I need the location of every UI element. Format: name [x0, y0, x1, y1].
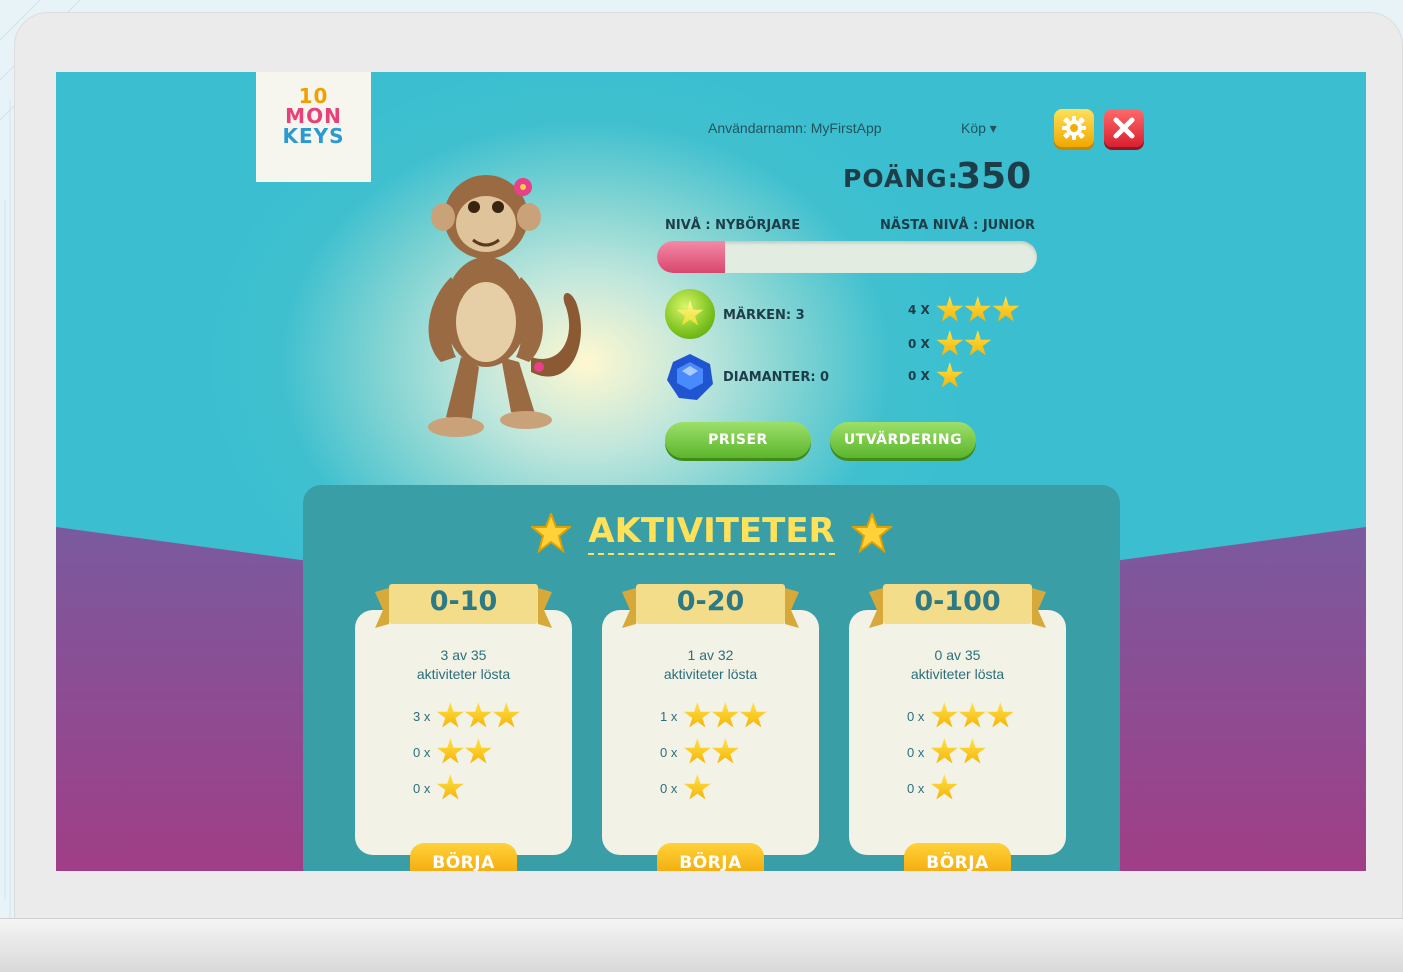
star-icon: [436, 702, 464, 728]
gear-icon: [1062, 116, 1086, 140]
points-label: POÄNG:: [843, 164, 959, 193]
card-solved: 1 av 32: [687, 647, 734, 663]
card-one-star-row: 0 x: [602, 774, 877, 802]
star-icon: [930, 702, 958, 728]
buy-menu[interactable]: Köp ▾: [961, 120, 997, 137]
two-star-count: 0 X: [908, 337, 930, 351]
card-progress: 1 av 32 aktiviteter lösta: [602, 646, 819, 684]
level-progress-bar: [657, 241, 1037, 273]
star-icon: [711, 702, 739, 728]
card-solved: 0 av 35: [934, 647, 981, 663]
two-star-summary: 0 X: [908, 330, 992, 358]
star-icon: [930, 738, 958, 764]
background-left-panel: [56, 527, 316, 871]
star-icon: [936, 330, 964, 356]
star-icon: [851, 513, 892, 553]
activities-heading: AKTIVITETER: [303, 511, 1120, 555]
card-one-star-count: 0 x: [907, 780, 925, 796]
star-badge-icon: [665, 289, 715, 339]
card-two-star-count: 0 x: [413, 744, 431, 760]
card-three-star-row: 3 x: [355, 702, 630, 730]
star-icon: [464, 702, 492, 728]
start-button[interactable]: BÖRJA: [904, 843, 1011, 871]
card-range: 0-10: [429, 586, 498, 617]
star-icon: [711, 738, 739, 764]
card-three-star-row: 1 x: [602, 702, 877, 730]
laptop-base: [0, 918, 1403, 972]
prizes-button[interactable]: PRISER: [665, 422, 811, 458]
one-star-summary: 0 X: [908, 362, 964, 390]
card-one-star-count: 0 x: [413, 780, 431, 796]
card-two-star-row: 0 x: [849, 738, 1124, 766]
app-screen: 10 MON KEYS Användarnamn: MyFirstApp Köp…: [56, 72, 1366, 871]
star-icon: [958, 738, 986, 764]
activities-title: AKTIVITETER: [588, 511, 835, 555]
close-button[interactable]: [1104, 109, 1144, 147]
star-icon: [531, 513, 572, 553]
card-solved-label: aktiviteter lösta: [663, 666, 758, 682]
star-icon: [986, 702, 1014, 728]
star-icon: [739, 702, 767, 728]
card-one-star-row: 0 x: [355, 774, 630, 802]
card-range: 0-100: [914, 586, 1001, 617]
star-icon: [683, 774, 711, 800]
card-two-star-count: 0 x: [660, 744, 678, 760]
background-right-panel: [1106, 527, 1366, 871]
star-icon: [464, 738, 492, 764]
star-icon: [936, 362, 964, 388]
app-logo[interactable]: 10 MON KEYS: [256, 72, 371, 182]
card-one-star-count: 0 x: [660, 780, 678, 796]
three-star-count: 4 X: [908, 303, 930, 317]
star-icon: [936, 296, 964, 322]
settings-button[interactable]: [1054, 109, 1094, 147]
card-two-star-row: 0 x: [355, 738, 630, 766]
activity-card-0-10[interactable]: 0-10 3 av 35 aktiviteter lösta 3 x 0 x 0 …: [355, 584, 572, 871]
card-solved-label: aktiviteter lösta: [416, 666, 511, 682]
star-icon: [958, 702, 986, 728]
start-button[interactable]: BÖRJA: [657, 843, 764, 871]
star-icon: [964, 330, 992, 356]
star-icon: [992, 296, 1020, 322]
next-level: NÄSTA NIVÅ : JUNIOR: [880, 218, 1036, 233]
card-solved: 3 av 35: [440, 647, 487, 663]
star-icon: [492, 702, 520, 728]
activities-panel: AKTIVITETER 0-10 3 av 35 aktiviteter löst…: [303, 485, 1120, 871]
card-range: 0-20: [676, 586, 745, 617]
diamonds-count: DIAMANTER: 0: [723, 370, 830, 385]
monkey-mascot: [428, 175, 581, 437]
card-three-star-row: 0 x: [849, 702, 1124, 730]
logo-line-2: MON: [285, 104, 342, 128]
card-progress: 0 av 35 aktiviteter lösta: [849, 646, 1066, 684]
level-progress-fill: [657, 241, 726, 273]
card-one-star-row: 0 x: [849, 774, 1124, 802]
card-three-star-count: 3 x: [413, 708, 431, 724]
card-solved-label: aktiviteter lösta: [910, 666, 1005, 682]
activity-card-0-100[interactable]: 0-100 0 av 35 aktiviteter lösta 0 x 0 x 0…: [849, 584, 1066, 871]
logo-line-1: 10: [298, 84, 329, 108]
three-star-summary: 4 X: [908, 296, 1020, 324]
card-three-star-count: 1 x: [660, 708, 678, 724]
one-star-count: 0 X: [908, 369, 930, 383]
close-icon: [1113, 117, 1135, 139]
current-level: NIVÅ : NYBÖRJARE: [665, 218, 801, 233]
star-icon: [930, 774, 958, 800]
star-icon: [683, 738, 711, 764]
card-two-star-row: 0 x: [602, 738, 877, 766]
start-button[interactable]: BÖRJA: [410, 843, 517, 871]
username-label: Användarnamn: MyFirstApp: [708, 120, 882, 136]
evaluation-button[interactable]: UTVÄRDERING: [830, 422, 976, 458]
card-progress: 3 av 35 aktiviteter lösta: [355, 646, 572, 684]
card-three-star-count: 0 x: [907, 708, 925, 724]
badges-count: MÄRKEN: 3: [723, 308, 805, 323]
diamond-icon: [667, 354, 713, 400]
card-two-star-count: 0 x: [907, 744, 925, 760]
star-icon: [964, 296, 992, 322]
star-icon: [436, 738, 464, 764]
star-icon: [683, 702, 711, 728]
star-icon: [436, 774, 464, 800]
logo-line-3: KEYS: [282, 124, 345, 148]
points-value: 350: [956, 156, 1032, 197]
activity-card-0-20[interactable]: 0-20 1 av 32 aktiviteter lösta 1 x 0 x 0 …: [602, 584, 819, 871]
